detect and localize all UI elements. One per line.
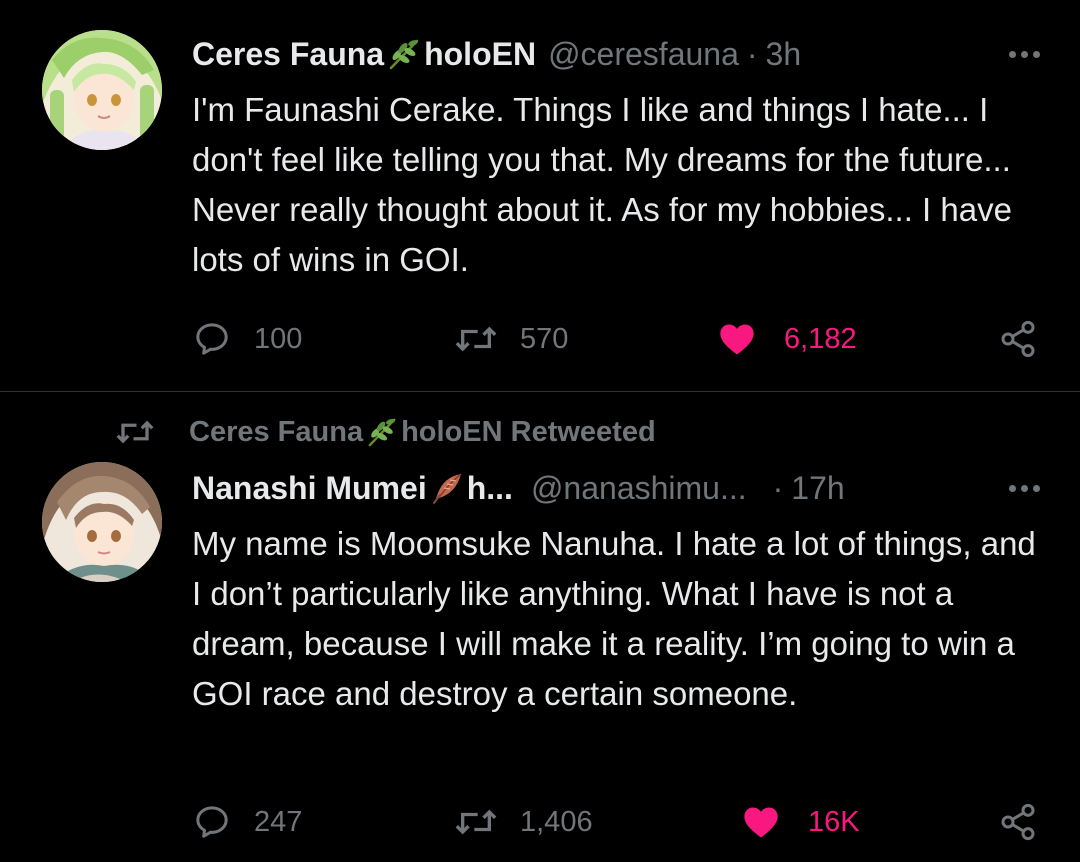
retweet-label[interactable]: Ceres Fauna holoEN Retweeted: [115, 412, 656, 452]
reply-count: 100: [254, 322, 303, 355]
tweet-text: My name is Moomsuke Nanuha. I hate a lot…: [192, 525, 1036, 712]
retweet-icon: [455, 809, 497, 835]
herb-emoji-icon: [366, 416, 398, 448]
tweet[interactable]: Ceres Fauna holoEN @ceresfauna · 3h I'm …: [0, 0, 1080, 392]
retweet-button[interactable]: 1,406: [454, 800, 593, 844]
author-name[interactable]: Ceres Fauna: [192, 36, 384, 73]
author-name-suffix[interactable]: holoEN: [424, 36, 536, 73]
heart-icon: [744, 807, 778, 838]
retweet-icon: [455, 326, 497, 352]
share-button[interactable]: [998, 800, 1038, 844]
feather-emoji-icon: [430, 471, 464, 505]
retweet-button[interactable]: 570: [454, 317, 568, 361]
retweeted-suffix: holoEN Retweeted: [401, 415, 656, 448]
retweet-icon: [116, 420, 154, 444]
timestamp[interactable]: 3h: [766, 36, 802, 73]
avatar[interactable]: [42, 30, 162, 150]
separator: ·: [772, 469, 784, 506]
reply-icon: [196, 806, 228, 838]
reply-count: 247: [254, 805, 303, 838]
author-name[interactable]: Nanashi Mumei: [192, 470, 427, 507]
more-options-icon[interactable]: [1009, 32, 1040, 76]
retweet-count: 570: [520, 322, 569, 355]
separator: ·: [746, 35, 758, 72]
tweet[interactable]: Ceres Fauna holoEN Retweeted Nanashi Mum…: [0, 392, 1080, 862]
reply-button[interactable]: 100: [192, 317, 302, 361]
like-count: 6,182: [784, 322, 857, 355]
reply-icon: [196, 323, 228, 355]
tweet-header: Ceres Fauna holoEN @ceresfauna · 3h: [192, 32, 1040, 76]
heart-icon: [720, 324, 754, 355]
avatar-image: [42, 30, 162, 150]
like-count: 16K: [808, 805, 860, 838]
share-icon: [1001, 803, 1035, 841]
more-options-icon[interactable]: [1009, 466, 1040, 510]
share-button[interactable]: [998, 317, 1038, 361]
herb-emoji-icon: [387, 37, 421, 71]
like-button[interactable]: 16K: [740, 800, 860, 844]
retweeter-name: Ceres Fauna: [189, 415, 364, 448]
tweet-header: Nanashi Mumei h... @nanashimu... · 17h: [192, 466, 1040, 510]
retweet-count: 1,406: [520, 805, 593, 838]
like-button[interactable]: 6,182: [716, 317, 857, 361]
share-icon: [1001, 320, 1035, 358]
tweet-actions: 247 1,406 16K: [192, 800, 1040, 844]
author-name-suffix[interactable]: h...: [467, 470, 513, 507]
timestamp[interactable]: 17h: [791, 470, 844, 507]
avatar[interactable]: [42, 462, 162, 582]
avatar-image: [42, 462, 162, 582]
tweet-text: I'm Faunashi Cerake. Things I like and t…: [192, 91, 1012, 278]
author-handle[interactable]: @nanashimu...: [531, 470, 747, 507]
reply-button[interactable]: 247: [192, 800, 302, 844]
author-handle[interactable]: @ceresfauna: [548, 36, 739, 73]
tweet-actions: 100 570 6,182: [192, 317, 1040, 361]
